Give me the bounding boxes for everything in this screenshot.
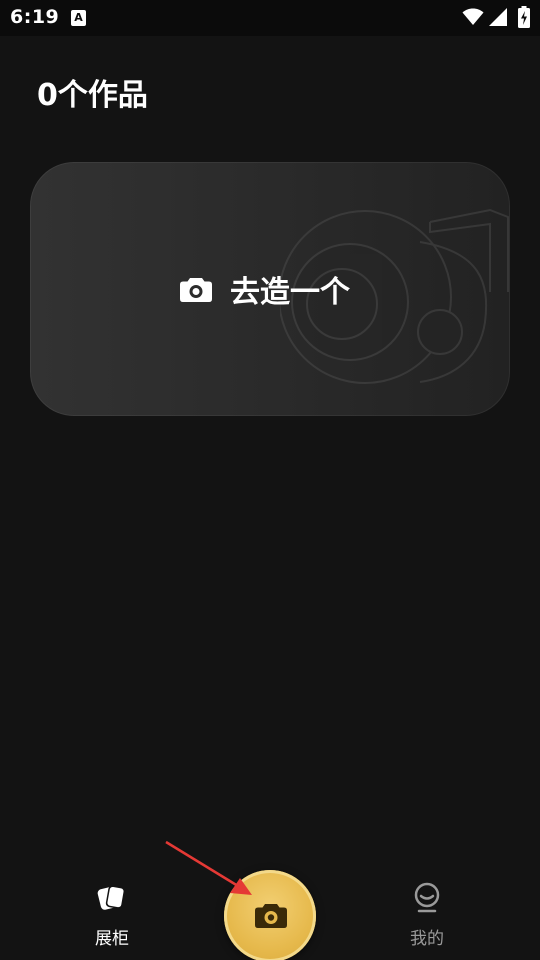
nav-item-mine[interactable]: 我的 [387,882,467,949]
signal-icon [489,8,507,26]
create-work-card[interactable]: 去造一个 [30,162,510,416]
camera-icon [180,278,212,302]
notification-icon: A [71,10,86,26]
app-screen: 6:19 A 0个作品 去造一个 展柜 我的 [0,0,540,960]
status-time: 6:19 [10,6,60,28]
nav-label-mine: 我的 [410,929,444,949]
wifi-icon [462,8,484,25]
profile-icon [414,882,440,913]
battery-charging-icon [518,6,530,28]
nav-item-showcase[interactable]: 展柜 [72,882,152,949]
cards-icon [97,885,126,910]
page-title: 0个作品 [37,78,148,113]
nav-label-showcase: 展柜 [95,929,129,949]
annotation-arrow-icon [165,840,252,895]
card-content: 去造一个 [30,162,510,416]
camera-icon [255,904,287,928]
status-bar: 6:19 A [0,0,540,36]
create-label: 去造一个 [230,275,350,310]
